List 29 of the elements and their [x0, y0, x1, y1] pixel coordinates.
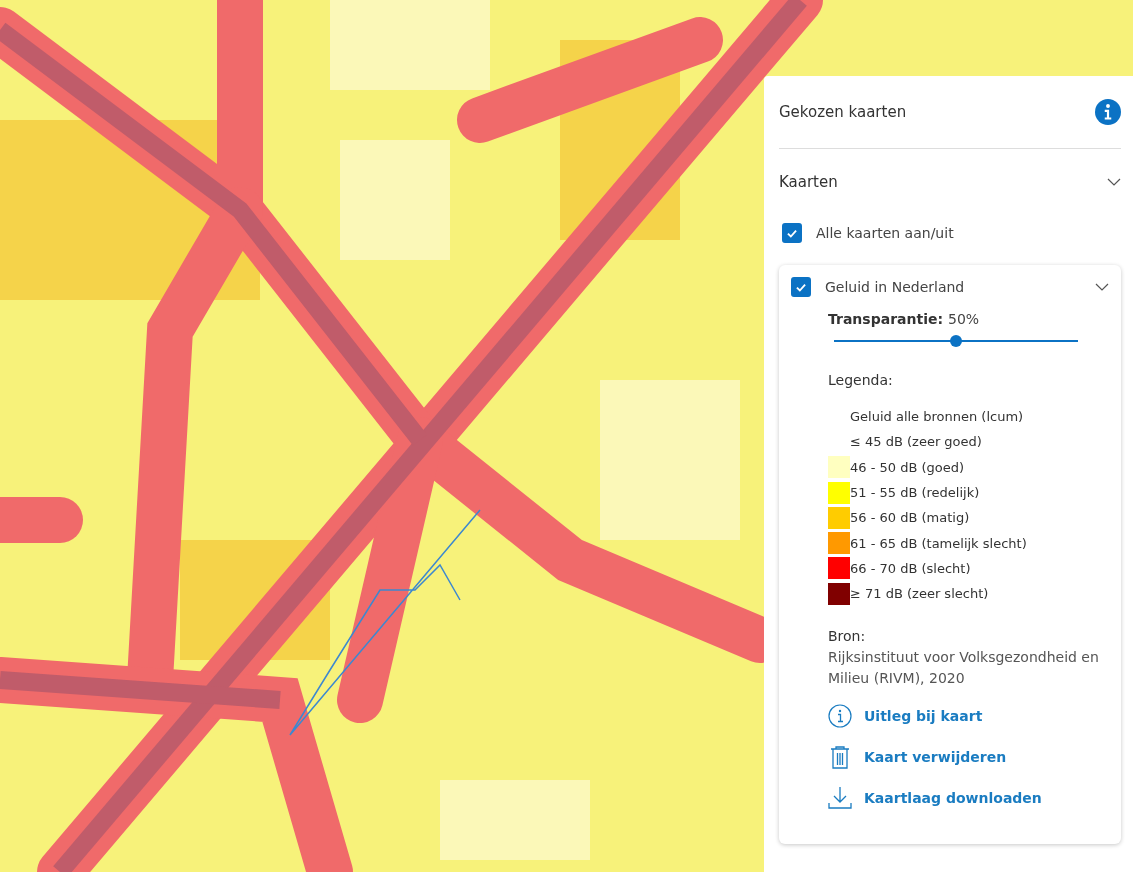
legend-label: 56 - 60 dB (matig): [850, 510, 970, 526]
trash-icon[interactable]: [828, 744, 852, 769]
legend-label: 61 - 65 dB (tamelijk slecht): [850, 535, 1027, 551]
legend-label: 66 - 70 dB (slecht): [850, 560, 971, 576]
transparency-value: 50%: [948, 311, 980, 327]
legend-label: ≥ 71 dB (zeer slecht): [850, 586, 989, 602]
legend-title: Legenda:: [828, 372, 894, 388]
source-title: Bron:: [828, 628, 867, 645]
transparency-label: Transparantie:: [828, 311, 944, 327]
checkbox[interactable]: [782, 223, 802, 243]
source-text: Rijksinstituut voor Volksgezondheid en Milieu (RIVM), 2020: [828, 648, 1100, 689]
info-icon[interactable]: [828, 703, 852, 728]
legend-label: ≤ 45 dB (zeer goed): [850, 434, 982, 450]
chevron-icon[interactable]: [1095, 283, 1109, 291]
checkbox[interactable]: [791, 277, 811, 297]
legend-label: 46 - 50 dB (goed): [850, 459, 965, 475]
section-header[interactable]: Kaarten: [779, 149, 1121, 215]
layer-name: Geluid in Nederland: [825, 279, 965, 295]
slider-thumb[interactable]: [950, 335, 962, 347]
action-link[interactable]: Kaartlaag downloaden: [864, 789, 1042, 806]
action-link[interactable]: Kaart verwijderen: [864, 748, 1007, 765]
legend-heading: Geluid alle bronnen (lcum): [850, 409, 1024, 425]
legend-label: 51 - 55 dB (redelijk): [850, 485, 980, 501]
action-link[interactable]: Uitleg bij kaart: [864, 707, 983, 724]
panel-title: Gekozen kaarten: [779, 103, 907, 121]
checkbox-label: Alle kaarten aan/uit: [816, 225, 954, 241]
info-icon[interactable]: [1095, 99, 1121, 125]
download-icon[interactable]: [828, 785, 852, 810]
chevron-icon: [1107, 178, 1121, 186]
